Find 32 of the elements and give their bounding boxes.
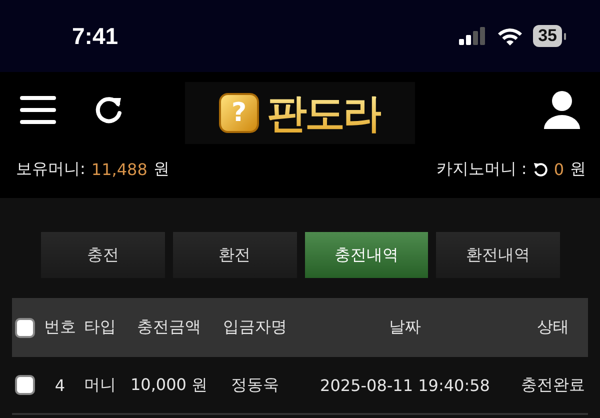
column-header: 상태 xyxy=(536,317,570,338)
currency-unit: 원 xyxy=(570,158,586,180)
table-cell-text: 정동욱 xyxy=(230,374,280,396)
table-cell-text: 충전완료 xyxy=(520,374,586,396)
menu-icon[interactable] xyxy=(20,95,56,125)
balance-amount: 11,488 xyxy=(91,160,148,178)
column-header: 타입 xyxy=(83,317,117,338)
tab[interactable]: 충전 xyxy=(41,232,165,278)
refresh-icon[interactable] xyxy=(532,162,548,176)
wifi-icon xyxy=(497,26,524,46)
clock-time: 7:41 xyxy=(72,22,118,50)
column-header: 번호 xyxy=(43,317,77,338)
tab[interactable]: 충전내역 xyxy=(304,232,428,278)
casino-amount: 0 xyxy=(554,160,564,178)
tab[interactable]: 환전 xyxy=(172,232,296,278)
table-cell-text: 10,000 원 xyxy=(129,374,209,396)
refresh-icon[interactable] xyxy=(94,95,124,125)
table-cell-text: 4 xyxy=(54,376,66,394)
currency-unit: 원 xyxy=(153,158,170,180)
balance-label: 보유머니: xyxy=(16,158,86,180)
signal-icon xyxy=(459,27,488,45)
column-header: 입금자명 xyxy=(222,317,288,338)
row-checkbox[interactable] xyxy=(15,375,35,395)
select-all-checkbox[interactable] xyxy=(15,318,35,338)
table-cell-text: 머니 xyxy=(83,374,117,396)
column-header: 충전금액 xyxy=(136,317,202,338)
column-header: 날짜 xyxy=(388,317,422,338)
logo-banner: ? 판도라 xyxy=(185,82,415,144)
user-icon[interactable] xyxy=(544,91,580,129)
table-cell-text: 2025-08-11 19:40:58 xyxy=(319,376,491,394)
casino-label: 카지노머니 : xyxy=(436,158,527,180)
tab[interactable]: 환전내역 xyxy=(436,232,560,278)
